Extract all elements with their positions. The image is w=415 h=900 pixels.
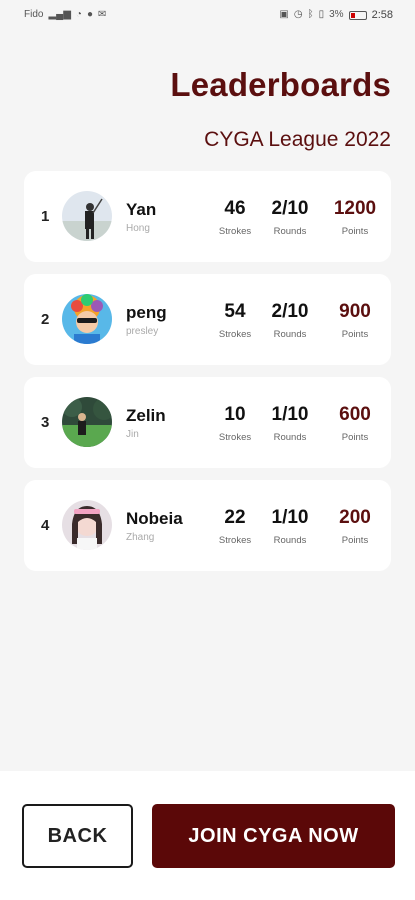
rounds-value: 2/10 xyxy=(271,301,309,322)
status-time: 2:58 xyxy=(371,9,393,21)
status-bar: Fido ▂▄▆ ◔ ● ✉ ▣ ◷ ᛒ ▯ 3% 2:58 xyxy=(0,0,415,30)
status-right: ▣ ◷ ᛒ ▯ 3% 2:58 xyxy=(279,9,393,21)
rank-number: 1 xyxy=(41,208,50,225)
points-value: 1200 xyxy=(333,198,377,219)
strokes-label: Strokes xyxy=(218,226,252,237)
player-subname: presley xyxy=(126,326,159,337)
rank-number: 2 xyxy=(41,311,50,328)
points-label: Points xyxy=(341,329,369,340)
player-subname: Jin xyxy=(126,429,139,440)
leaderboard-row[interactable]: 2 peng presley 54 Strokes 2/10 Rounds 90… xyxy=(24,274,391,365)
points-stat: 600 Points xyxy=(325,404,385,443)
rounds-label: Rounds xyxy=(273,432,307,443)
points-stat: 200 Points xyxy=(325,507,385,546)
wifi-icon: ◔ xyxy=(75,9,82,20)
avatar xyxy=(62,191,112,241)
league-name: CYGA League 2022 xyxy=(204,128,391,151)
nfc-icon: ▣ xyxy=(279,9,289,20)
vibrate-icon: ▯ xyxy=(318,9,325,20)
leaderboard-row[interactable]: 3 Zelin Jin 10 Strokes 1/10 Rounds 600 P… xyxy=(24,377,391,468)
strokes-stat: 22 Strokes xyxy=(205,507,265,546)
avatar xyxy=(62,397,112,447)
strokes-label: Strokes xyxy=(218,535,252,546)
player-name: Zelin xyxy=(126,406,166,425)
rounds-stat: 2/10 Rounds xyxy=(260,301,320,340)
leaderboard-row[interactable]: 1 Yan Hong 46 Strokes 2/10 Rounds 1200 P… xyxy=(24,171,391,262)
strokes-label: Strokes xyxy=(218,329,252,340)
page-title: Leaderboards xyxy=(170,66,391,103)
points-label: Points xyxy=(341,535,369,546)
signal-icon: ▂▄▆ xyxy=(48,9,71,20)
points-label: Points xyxy=(341,226,369,237)
mail-icon: ✉ xyxy=(98,9,107,20)
avatar xyxy=(62,294,112,344)
strokes-label: Strokes xyxy=(218,432,252,443)
leaderboard-row[interactable]: 4 Nobeia Zhang 22 Strokes 1/10 Rounds 20… xyxy=(24,480,391,571)
rounds-label: Rounds xyxy=(273,329,307,340)
points-value: 200 xyxy=(339,507,371,528)
points-value: 600 xyxy=(339,404,371,425)
footer: BACK JOIN CYGA NOW xyxy=(0,771,415,900)
alarm-icon: ◷ xyxy=(293,9,303,20)
strokes-value: 22 xyxy=(224,507,246,528)
leaderboard-list: 1 Yan Hong 46 Strokes 2/10 Rounds 1200 P… xyxy=(24,171,391,583)
points-stat: 1200 Points xyxy=(325,198,385,237)
rounds-label: Rounds xyxy=(273,226,307,237)
back-button[interactable]: BACK xyxy=(22,804,133,868)
carrier-label: Fido xyxy=(24,9,44,20)
strokes-stat: 10 Strokes xyxy=(205,404,265,443)
status-left: Fido ▂▄▆ ◔ ● ✉ xyxy=(24,10,106,20)
rounds-stat: 1/10 Rounds xyxy=(260,507,320,546)
rounds-value: 1/10 xyxy=(271,404,309,425)
strokes-stat: 54 Strokes xyxy=(205,301,265,340)
strokes-value: 54 xyxy=(224,301,246,322)
points-stat: 900 Points xyxy=(325,301,385,340)
strokes-value: 46 xyxy=(224,198,246,219)
rounds-stat: 1/10 Rounds xyxy=(260,404,320,443)
player-name: Nobeia xyxy=(126,509,183,528)
bluetooth-icon: ᛒ xyxy=(307,9,314,20)
battery-percent: 3% xyxy=(329,9,344,20)
player-name: peng xyxy=(126,303,167,322)
points-label: Points xyxy=(341,432,369,443)
rank-number: 4 xyxy=(41,517,50,534)
rounds-value: 2/10 xyxy=(271,198,309,219)
rounds-stat: 2/10 Rounds xyxy=(260,198,320,237)
strokes-stat: 46 Strokes xyxy=(205,198,265,237)
avatar xyxy=(62,500,112,550)
points-value: 900 xyxy=(339,301,371,322)
strokes-value: 10 xyxy=(224,404,246,425)
notification-icon: ● xyxy=(86,9,94,20)
rank-number: 3 xyxy=(41,414,50,431)
player-subname: Zhang xyxy=(126,532,155,543)
player-name: Yan xyxy=(126,200,157,219)
battery-icon xyxy=(348,10,367,20)
rounds-value: 1/10 xyxy=(271,507,309,528)
join-cyga-button[interactable]: JOIN CYGA NOW xyxy=(152,804,395,868)
player-subname: Hong xyxy=(126,223,150,234)
rounds-label: Rounds xyxy=(273,535,307,546)
